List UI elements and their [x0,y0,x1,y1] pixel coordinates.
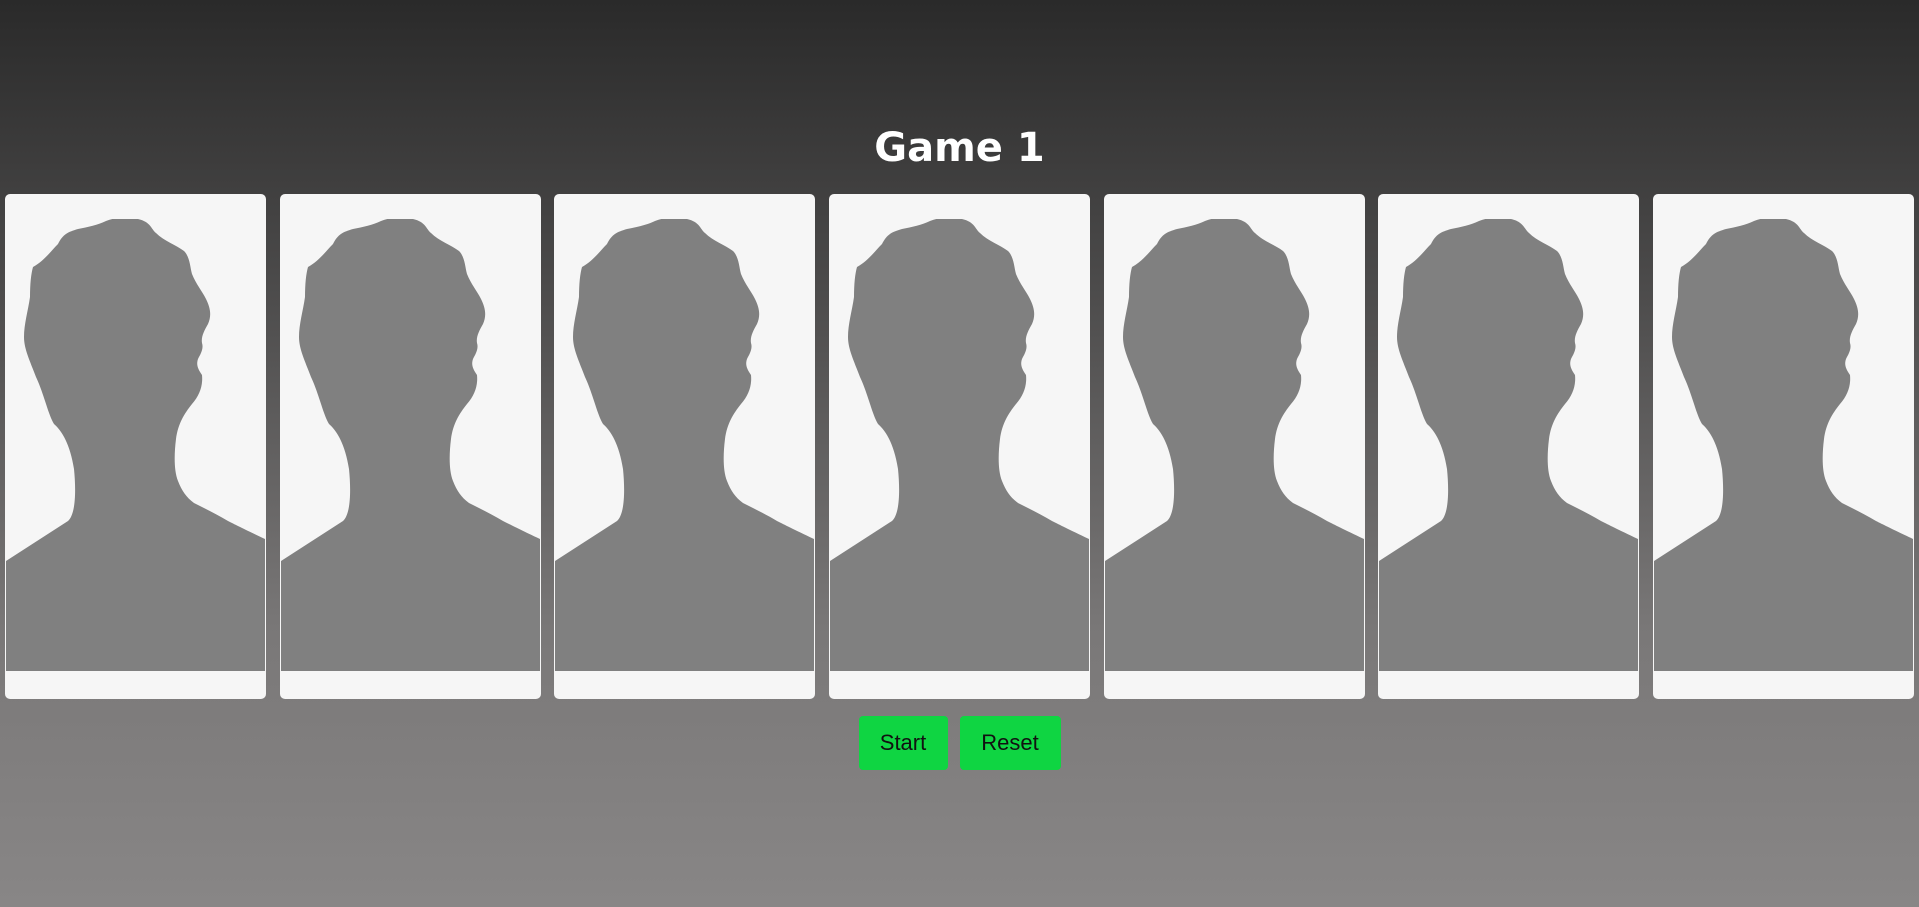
person-silhouette-icon [555,219,815,671]
person-silhouette-icon [1104,219,1364,671]
controls: Start Reset [0,716,1919,770]
person-silhouette-icon [6,219,265,671]
card-3[interactable] [554,194,816,699]
reset-button[interactable]: Reset [959,716,1061,770]
card-6[interactable] [1378,194,1640,699]
card-5[interactable] [1103,194,1365,699]
card-2[interactable] [279,194,541,699]
person-silhouette-icon [829,219,1089,671]
card-row [5,194,1914,699]
card-1[interactable] [5,194,266,699]
person-silhouette-icon [1653,219,1913,671]
card-7[interactable] [1652,194,1914,699]
person-silhouette-icon [1379,219,1639,671]
person-silhouette-icon [280,219,540,671]
game-title: Game 1 [874,125,1045,171]
start-button[interactable]: Start [858,716,948,770]
card-4[interactable] [828,194,1090,699]
